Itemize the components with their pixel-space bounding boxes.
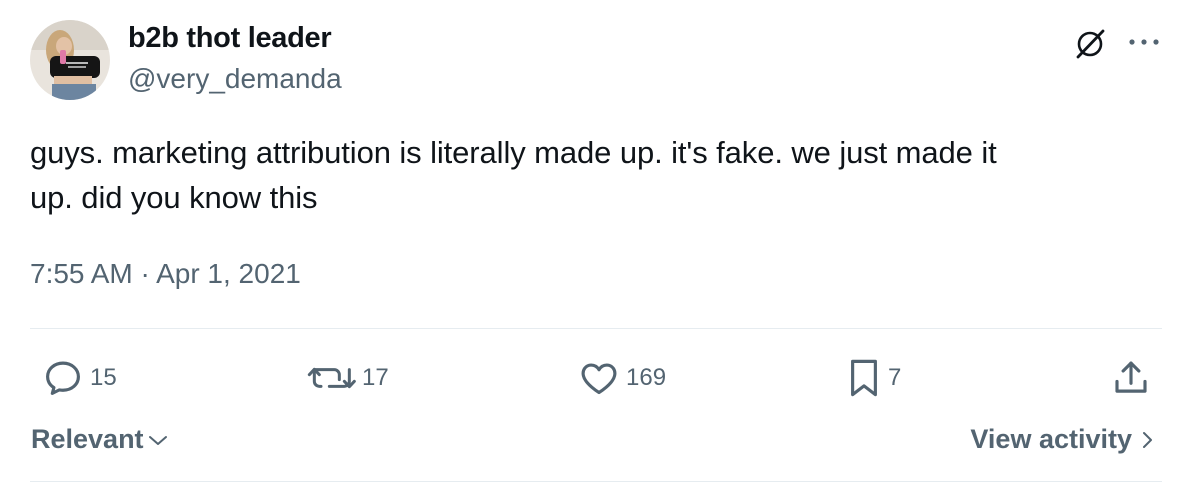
- more-icon: [1129, 39, 1159, 45]
- more-button[interactable]: [1124, 22, 1164, 62]
- sort-label: Relevant: [31, 424, 144, 454]
- like-button[interactable]: 169: [578, 356, 666, 400]
- bookmark-count: 7: [888, 364, 902, 391]
- avatar[interactable]: [30, 20, 110, 100]
- tweet-text: guys. marketing attribution is literally…: [30, 135, 997, 215]
- chevron-down-icon: [148, 435, 167, 445]
- share-icon: [1115, 361, 1147, 393]
- sort-replies-dropdown[interactable]: Relevant: [31, 424, 170, 455]
- reply-count: 15: [90, 364, 117, 391]
- repost-icon: [307, 367, 356, 389]
- like-count: 169: [626, 364, 667, 391]
- tweet-timestamp[interactable]: 7:55 AM · Apr 1, 2021: [30, 258, 301, 290]
- heart-icon: [581, 363, 617, 395]
- repost-button[interactable]: 17: [306, 356, 389, 400]
- bookmark-button[interactable]: 7: [846, 356, 901, 400]
- tweet: b2b thot leader @very_demanda guys. mark…: [0, 0, 1202, 486]
- share-button[interactable]: [1110, 356, 1152, 400]
- avatar-image: [30, 20, 110, 100]
- grok-icon: [1076, 29, 1105, 59]
- repost-count: 17: [362, 364, 389, 391]
- chevron-right-icon: [1143, 431, 1152, 448]
- user-handle[interactable]: @very_demanda: [128, 63, 342, 95]
- view-activity-link[interactable]: View activity: [970, 424, 1158, 455]
- reply-button[interactable]: 15: [42, 356, 117, 400]
- view-activity-label: View activity: [970, 424, 1132, 454]
- divider: [30, 481, 1162, 482]
- bookmark-icon: [851, 359, 877, 397]
- display-name[interactable]: b2b thot leader: [128, 22, 332, 55]
- grok-button[interactable]: [1068, 22, 1112, 66]
- reply-icon: [46, 361, 80, 395]
- divider: [30, 328, 1162, 329]
